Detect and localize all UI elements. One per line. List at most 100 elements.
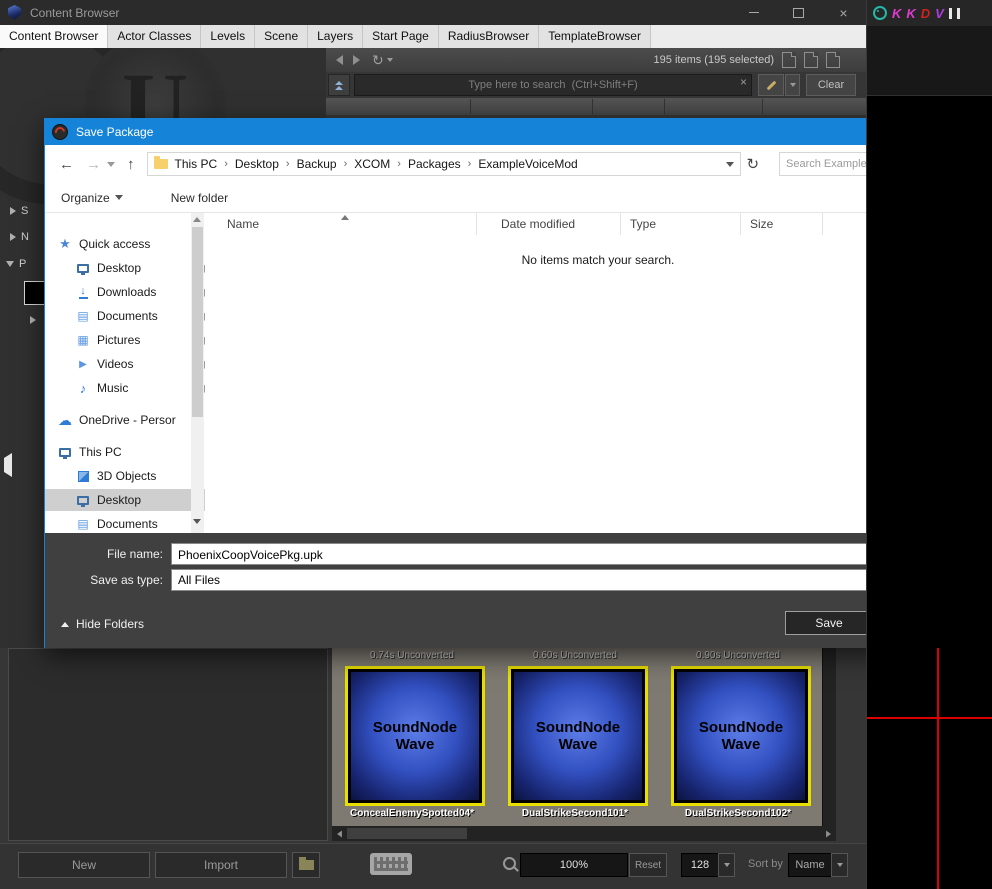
keyboard-icon[interactable] xyxy=(370,853,412,875)
tree-item[interactable] xyxy=(30,316,36,324)
scroll-up-icon[interactable] xyxy=(193,217,201,222)
save-as-type-combobox[interactable]: All Files xyxy=(171,569,981,591)
up-button[interactable]: ↑ xyxy=(127,157,135,172)
scroll-right-icon[interactable] xyxy=(826,830,831,837)
sidebar-item-pictures[interactable]: Pictures xyxy=(45,329,205,351)
refresh-icon[interactable]: ↻ xyxy=(372,53,384,67)
sidebar-item-downloads[interactable]: Downloads xyxy=(45,281,205,303)
sidebar-item-documents[interactable]: Documents xyxy=(45,305,205,327)
panel-collapse-arrow[interactable] xyxy=(4,458,12,472)
dialog-nav-bar: ← → ↑ This PC Desktop Backup XCOM Packag… xyxy=(45,145,989,183)
soundnodewave-tile[interactable]: SoundNode Wave xyxy=(508,666,648,806)
hide-folders-button[interactable]: Hide Folders xyxy=(61,617,144,631)
history-forward-icon[interactable] xyxy=(353,55,360,65)
tab-content-browser[interactable]: Content Browser xyxy=(0,25,108,48)
breadcrumb-backup[interactable]: Backup xyxy=(290,157,344,171)
refresh-dropdown-icon[interactable] xyxy=(387,58,393,62)
back-button[interactable]: ← xyxy=(59,157,74,172)
file-name-input[interactable] xyxy=(172,544,966,566)
curve-tool-icon-k1[interactable]: K xyxy=(892,7,901,20)
sidebar-item-quick-access[interactable]: Quick access xyxy=(45,233,203,255)
sidebar-scrollbar[interactable] xyxy=(191,213,204,533)
toolbar-bar-icon xyxy=(949,8,952,19)
breadcrumb-this-pc[interactable]: This PC xyxy=(168,157,225,171)
tree-item[interactable]: P xyxy=(6,258,26,270)
import-button[interactable]: Import xyxy=(155,852,287,878)
open-folder-button[interactable] xyxy=(292,852,320,878)
sort-value-box[interactable]: Name xyxy=(788,853,832,877)
thumb-size-box[interactable]: 128 xyxy=(681,853,719,877)
curve-tool-icon-d[interactable]: D xyxy=(921,7,930,20)
curve-tool-icon-v[interactable]: V xyxy=(935,7,944,20)
tab-layers[interactable]: Layers xyxy=(308,25,363,48)
selection-status: 195 items (195 selected) xyxy=(654,54,774,66)
sidebar-item-desktop[interactable]: Desktop xyxy=(45,257,205,279)
filter-dropdown-button[interactable] xyxy=(785,74,800,96)
tab-levels[interactable]: Levels xyxy=(201,25,255,48)
breadcrumb-desktop[interactable]: Desktop xyxy=(228,157,286,171)
sidebar-item-3d-objects[interactable]: 3D Objects xyxy=(45,465,205,487)
vertical-scrollbar[interactable] xyxy=(822,648,836,826)
tile-label-line2: Wave xyxy=(396,736,435,753)
file-name-combobox[interactable] xyxy=(171,543,981,565)
toolbar-bar-icon xyxy=(957,8,960,19)
history-dropdown-icon[interactable] xyxy=(107,162,115,167)
minimize-button[interactable] xyxy=(731,0,776,25)
tab-template-browser[interactable]: TemplateBrowser xyxy=(539,25,651,48)
address-dropdown-button[interactable] xyxy=(722,153,738,175)
horizontal-scrollbar[interactable] xyxy=(332,826,836,841)
tab-scene[interactable]: Scene xyxy=(255,25,308,48)
sort-dropdown[interactable] xyxy=(831,853,848,877)
package-action-icon[interactable] xyxy=(782,52,796,68)
tab-actor-classes[interactable]: Actor Classes xyxy=(108,25,201,48)
clear-filter-button[interactable]: Clear xyxy=(806,74,856,96)
sidebar-item-label: Desktop xyxy=(97,493,141,507)
column-header-date-modified[interactable]: Date modified xyxy=(477,213,621,235)
close-button[interactable]: × xyxy=(821,0,866,25)
thumb-size-dropdown[interactable] xyxy=(718,853,735,877)
package-action-icon[interactable] xyxy=(826,52,840,68)
maximize-button[interactable] xyxy=(776,0,821,25)
tab-start-page[interactable]: Start Page xyxy=(363,25,439,48)
dialog-title-bar: Save Package × xyxy=(45,119,989,145)
package-action-icon[interactable] xyxy=(804,52,818,68)
tree-item[interactable]: N xyxy=(10,231,29,243)
asset-duration: 0.90s Unconverted xyxy=(671,650,805,661)
breadcrumb-examplevoicemod[interactable]: ExampleVoiceMod xyxy=(471,157,584,171)
breadcrumb-xcom[interactable]: XCOM xyxy=(347,157,397,171)
picture-icon xyxy=(75,332,91,348)
scroll-down-icon[interactable] xyxy=(193,519,201,524)
zoom-level-box[interactable]: 100% xyxy=(520,853,628,877)
sidebar-item-videos[interactable]: Videos xyxy=(45,353,205,375)
sidebar-item-onedrive[interactable]: OneDrive - Persor xyxy=(45,409,203,431)
sidebar-item-documents-pc[interactable]: Documents xyxy=(45,513,205,533)
sidebar-item-music[interactable]: Music xyxy=(45,377,205,399)
sidebar-item-desktop-selected[interactable]: Desktop xyxy=(45,489,205,511)
organize-menu[interactable]: Organize xyxy=(61,191,123,205)
filter-wrench-button[interactable] xyxy=(758,74,784,96)
soundnodewave-tile[interactable]: SoundNode Wave xyxy=(345,666,485,806)
clear-search-icon[interactable]: × xyxy=(740,76,747,88)
curve-tool-icon-k2[interactable]: K xyxy=(906,7,915,20)
history-back-icon[interactable] xyxy=(336,55,343,65)
breadcrumb-packages[interactable]: Packages xyxy=(401,157,468,171)
tree-item[interactable]: S xyxy=(10,205,28,217)
chevron-down-icon xyxy=(790,83,796,87)
new-button[interactable]: New xyxy=(18,852,150,878)
address-refresh-button[interactable]: ↻ xyxy=(747,157,760,172)
asset-search-input[interactable] xyxy=(354,74,752,96)
scrollbar-thumb[interactable] xyxy=(347,828,467,839)
save-button[interactable]: Save xyxy=(785,611,873,635)
scroll-left-icon[interactable] xyxy=(337,830,342,837)
forward-button[interactable]: → xyxy=(86,157,101,172)
column-header-size[interactable]: Size xyxy=(741,213,823,235)
column-header-type[interactable]: Type xyxy=(621,213,741,235)
scrollbar-thumb[interactable] xyxy=(192,227,203,417)
sidebar-item-this-pc[interactable]: This PC xyxy=(45,441,203,463)
collapse-filters-button[interactable] xyxy=(328,74,350,96)
zoom-reset-button[interactable]: Reset xyxy=(629,853,667,877)
record-circle-icon[interactable] xyxy=(873,6,887,20)
soundnodewave-tile[interactable]: SoundNode Wave xyxy=(671,666,811,806)
tab-radius-browser[interactable]: RadiusBrowser xyxy=(439,25,539,48)
new-folder-button[interactable]: New folder xyxy=(171,191,228,205)
